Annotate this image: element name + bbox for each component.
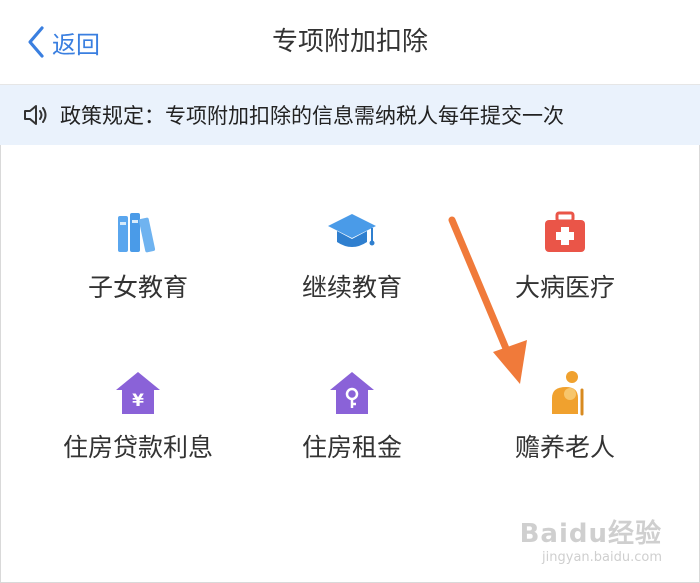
deduction-item-housing-loan-interest[interactable]: ¥ 住房贷款利息: [38, 370, 238, 464]
deduction-item-children-education[interactable]: 子女教育: [38, 210, 238, 304]
item-label: 大病医疗: [514, 273, 615, 302]
books-icon: [118, 213, 156, 253]
item-label: 赡养老人: [514, 433, 615, 462]
watermark-brand: Baidu经验: [519, 519, 662, 549]
policy-notice-bar: 政策规定：专项附加扣除的信息需纳税人每年提交一次: [0, 85, 700, 145]
notice-text: 政策规定：专项附加扣除的信息需纳税人每年提交一次: [60, 104, 564, 128]
house-key-icon: [330, 372, 374, 414]
watermark-site: jingyan.baidu.com: [542, 550, 662, 565]
deduction-item-continuing-education[interactable]: 继续教育: [252, 210, 452, 304]
graduation-cap-icon: [328, 214, 376, 247]
deduction-item-housing-rent[interactable]: 住房租金: [252, 370, 452, 464]
elderly-person-icon: [552, 371, 584, 416]
deduction-item-serious-illness-medical[interactable]: 大病医疗: [465, 210, 665, 304]
item-label: 住房贷款利息: [62, 433, 213, 462]
item-label: 继续教育: [301, 273, 402, 302]
speaker-icon: [24, 105, 47, 125]
page-title: 专项附加扣除: [271, 27, 428, 57]
item-label: 住房租金: [301, 433, 402, 462]
house-yen-icon: ¥: [116, 372, 160, 414]
first-aid-kit-icon: [545, 211, 585, 252]
watermark: Baidu经验 jingyan.baidu.com: [520, 513, 662, 565]
svg-text:¥: ¥: [132, 391, 144, 411]
deduction-item-elderly-support[interactable]: 赡养老人: [465, 370, 665, 464]
item-label: 子女教育: [87, 273, 188, 302]
top-bar: 返回 专项附加扣除: [0, 0, 700, 85]
